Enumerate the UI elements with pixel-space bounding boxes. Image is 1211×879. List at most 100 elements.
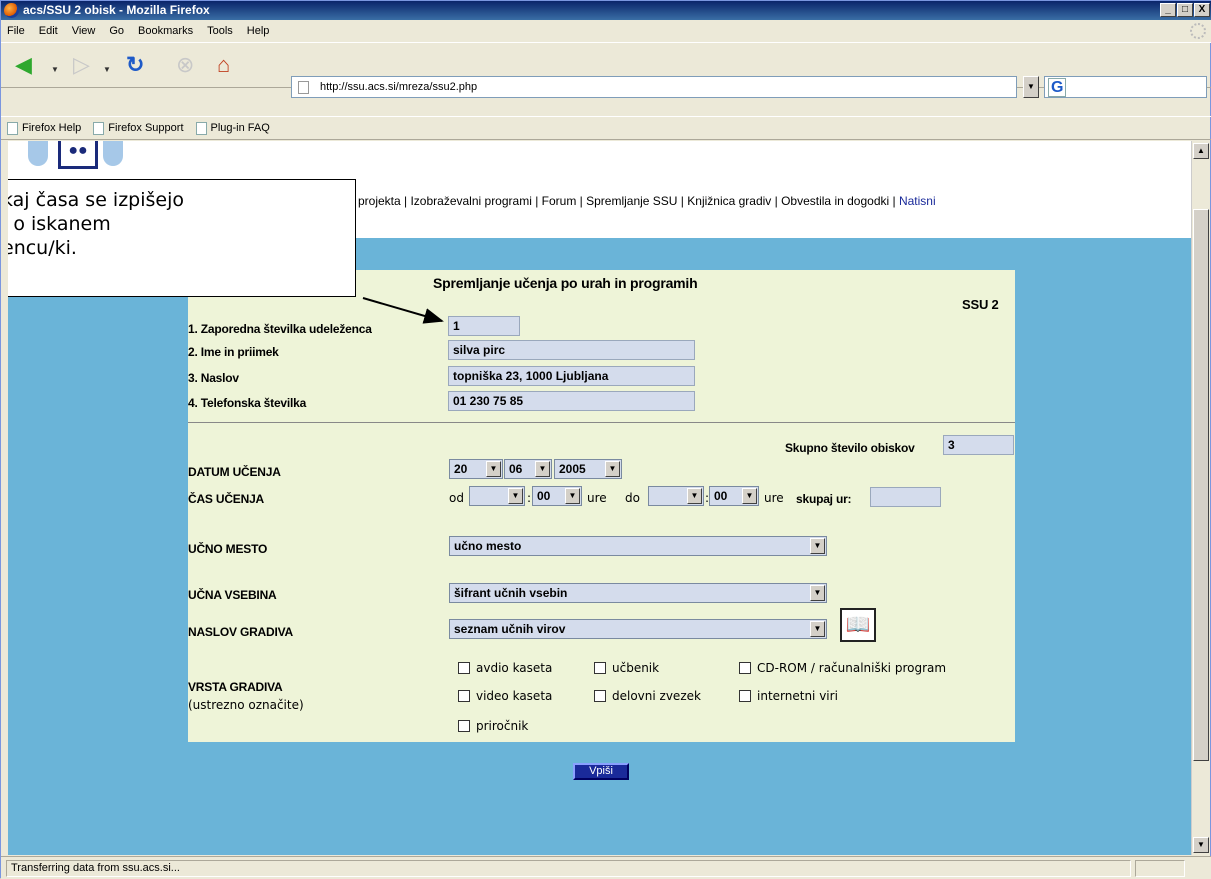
checkbox[interactable] <box>458 720 470 732</box>
hours-label: ure <box>587 491 607 505</box>
checkbox-cd-rom[interactable]: CD-ROM / računalniški program <box>739 661 946 675</box>
time-from-minute-value: 00 <box>537 489 551 503</box>
field-label: 1. Zaporedna številka udeleženca <box>188 322 372 336</box>
window-title: acs/SSU 2 obisk - Mozilla Firefox <box>23 3 210 17</box>
back-arrow-icon[interactable]: ◀ <box>15 51 32 79</box>
address-input[interactable]: topniška 23, 1000 Ljubljana <box>448 366 695 386</box>
time-to-minute-select[interactable]: 00 ▼ <box>709 486 759 506</box>
date-year-select[interactable]: 2005 ▼ <box>554 459 622 479</box>
book-icon[interactable]: 📖 <box>840 608 876 642</box>
forward-arrow-icon[interactable]: ▷ <box>73 51 90 79</box>
reload-icon[interactable]: ↻ <box>126 51 144 79</box>
chevron-down-icon[interactable]: ▼ <box>810 538 825 554</box>
vertical-scrollbar[interactable]: ▲ ▼ <box>1191 141 1209 855</box>
checkbox-workbook[interactable]: delovni zvezek <box>594 689 701 703</box>
scroll-thumb[interactable] <box>1193 209 1209 761</box>
back-dropdown-icon[interactable]: ▼ <box>51 65 59 74</box>
checkbox[interactable] <box>739 662 751 674</box>
chevron-down-icon[interactable]: ▼ <box>565 488 580 504</box>
ssu-form: Spremljanje učenja po urah in programih … <box>188 270 1015 742</box>
google-icon[interactable]: G <box>1048 78 1067 97</box>
checkbox[interactable] <box>458 690 470 702</box>
phone-input[interactable]: 01 230 75 85 <box>448 391 695 411</box>
checkbox-video-cassette[interactable]: video kaseta <box>458 689 552 703</box>
visits-label: Skupno število obiskov <box>785 441 915 455</box>
bookmark-firefox-help[interactable]: Firefox Help <box>7 121 81 135</box>
print-link[interactable]: Natisni <box>899 194 936 208</box>
chevron-down-icon[interactable]: ▼ <box>605 461 620 477</box>
date-day-select[interactable]: 20 ▼ <box>449 459 503 479</box>
home-icon[interactable]: ⌂ <box>217 51 230 79</box>
callout-box: kaj časa se izpišejo i o iskanem encu/ki… <box>8 179 356 297</box>
checkbox-handbook[interactable]: priročnik <box>458 719 528 733</box>
checkbox[interactable] <box>594 662 606 674</box>
material-type-hint: (ustrezno označite) <box>188 698 304 712</box>
divider <box>188 422 1015 423</box>
chevron-down-icon[interactable]: ▼ <box>535 461 550 477</box>
forward-dropdown-icon[interactable]: ▼ <box>103 65 111 74</box>
time-from-hour-select[interactable]: ▼ <box>469 486 525 506</box>
chevron-down-icon[interactable]: ▼ <box>486 461 501 477</box>
checkbox-audio-cassette[interactable]: avdio kaseta <box>458 661 552 675</box>
checkbox-textbook[interactable]: učbenik <box>594 661 659 675</box>
bookmark-plugin-faq[interactable]: Plug-in FAQ <box>195 121 270 135</box>
bookmark-firefox-support[interactable]: Firefox Support <box>93 121 184 135</box>
time-to-hour-select[interactable]: ▼ <box>648 486 704 506</box>
menu-file[interactable]: File <box>7 25 25 37</box>
site-nav-links[interactable]: projekta | Izobraževalni programi | Foru… <box>358 194 899 208</box>
site-navigation: projekta | Izobraževalni programi | Foru… <box>358 194 936 208</box>
menu-help[interactable]: Help <box>247 25 270 37</box>
bookmarks-toolbar: Firefox Help Firefox Support Plug-in FAQ <box>1 116 1211 140</box>
minimize-button[interactable]: _ <box>1160 3 1176 17</box>
callout-line: encu/ki. <box>8 237 77 259</box>
date-month-select[interactable]: 06 ▼ <box>504 459 552 479</box>
submit-button[interactable]: Vpiši <box>573 763 629 780</box>
url-input[interactable]: http://ssu.acs.si/mreza/ssu2.php <box>291 76 1017 98</box>
scroll-down-icon[interactable]: ▼ <box>1193 837 1209 853</box>
total-hours-input[interactable] <box>870 487 941 507</box>
callout-line: kaj časa se izpišejo <box>8 189 185 211</box>
url-dropdown-icon[interactable]: ▼ <box>1023 76 1039 98</box>
date-month-value: 06 <box>509 462 523 476</box>
time-to-minute-value: 00 <box>714 489 728 503</box>
place-select[interactable]: učno mesto ▼ <box>449 536 827 556</box>
chevron-down-icon[interactable]: ▼ <box>508 488 523 504</box>
time-label: ČAS UČENJA <box>188 492 265 506</box>
status-panel <box>1135 860 1185 877</box>
checkbox[interactable] <box>739 690 751 702</box>
name-input[interactable]: silva pirc <box>448 340 695 360</box>
chevron-down-icon[interactable]: ▼ <box>742 488 757 504</box>
date-day-value: 20 <box>454 462 468 476</box>
scroll-up-icon[interactable]: ▲ <box>1193 143 1209 159</box>
date-year-value: 2005 <box>559 462 586 476</box>
content-select[interactable]: šifrant učnih vsebin ▼ <box>449 583 827 603</box>
content-value: šifrant učnih vsebin <box>454 586 568 600</box>
time-from-label: od <box>449 491 464 505</box>
content-label: UČNA VSEBINA <box>188 588 277 602</box>
chevron-down-icon[interactable]: ▼ <box>810 585 825 601</box>
chevron-down-icon[interactable]: ▼ <box>810 621 825 637</box>
search-input[interactable]: G <box>1044 76 1207 98</box>
visits-input[interactable]: 3 <box>943 435 1014 455</box>
close-button[interactable]: X <box>1194 3 1210 17</box>
checkbox-internet-sources[interactable]: internetni viri <box>739 689 838 703</box>
checkbox[interactable] <box>594 690 606 702</box>
site-logo[interactable]: ●● <box>28 141 123 171</box>
menu-bookmarks[interactable]: Bookmarks <box>138 25 193 37</box>
menu-view[interactable]: View <box>72 25 96 37</box>
checkbox[interactable] <box>458 662 470 674</box>
menu-edit[interactable]: Edit <box>39 25 58 37</box>
material-select[interactable]: seznam učnih virov ▼ <box>449 619 827 639</box>
stop-icon[interactable]: ⊗ <box>176 51 194 79</box>
page-icon <box>7 121 18 135</box>
page-icon <box>195 121 207 135</box>
firefox-icon <box>4 3 19 18</box>
page-icon <box>298 81 309 94</box>
menu-go[interactable]: Go <box>109 25 124 37</box>
menu-bar: File Edit View Go Bookmarks Tools Help <box>1 20 1211 42</box>
chevron-down-icon[interactable]: ▼ <box>687 488 702 504</box>
time-from-minute-select[interactable]: 00 ▼ <box>532 486 582 506</box>
menu-tools[interactable]: Tools <box>207 25 233 37</box>
participant-number-input[interactable]: 1 <box>448 316 520 336</box>
maximize-button[interactable]: □ <box>1177 3 1193 17</box>
